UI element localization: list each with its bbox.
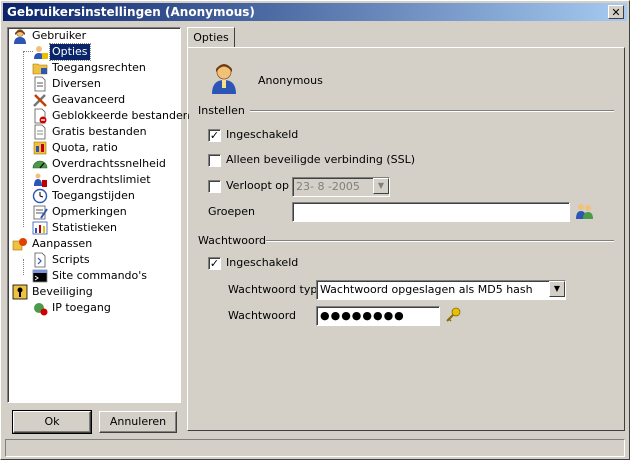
tree-connector xyxy=(23,259,24,275)
tree-item-label: IP toegang xyxy=(52,301,111,314)
notes-icon xyxy=(33,205,48,220)
password-type-label: Wachtwoord type xyxy=(228,283,325,296)
user-icon xyxy=(14,29,26,44)
options-panel: Anonymous Instellen ✓ Ingeschakeld Allee… xyxy=(187,47,625,431)
status-bar xyxy=(5,439,625,457)
enabled-label: Ingeschakeld xyxy=(226,128,299,141)
close-button[interactable]: ✕ xyxy=(608,5,624,19)
tree-item-label: Aanpassen xyxy=(32,237,93,250)
password-label: Wachtwoord xyxy=(228,309,297,322)
expires-date-value: 23- 8 -2005 xyxy=(296,180,360,193)
user-avatar-icon xyxy=(212,64,236,94)
ok-button[interactable]: Ok xyxy=(12,410,92,434)
check-icon: ✓ xyxy=(209,257,220,270)
close-icon: ✕ xyxy=(611,6,621,19)
section-heading-wachtwoord: Wachtwoord xyxy=(198,234,267,247)
security-icon xyxy=(12,284,28,300)
tree-connector xyxy=(23,51,24,227)
tree-item-label: Quota, ratio xyxy=(52,141,118,154)
folder-rights-icon xyxy=(32,63,48,75)
password-field[interactable]: ●●●●●●●● xyxy=(316,306,440,326)
script-icon xyxy=(34,252,46,268)
tab-opties[interactable]: Opties xyxy=(187,27,235,48)
enabled-checkbox[interactable]: ✓ xyxy=(208,129,221,142)
clock-icon xyxy=(32,188,48,204)
quota-icon xyxy=(33,141,47,155)
tree-item-label: Statistieken xyxy=(52,221,117,234)
document-icon xyxy=(34,76,46,92)
password-type-select[interactable]: Wachtwoord opgeslagen als MD5 hash ▼ xyxy=(316,280,566,300)
chevron-down-icon[interactable]: ▼ xyxy=(549,281,565,297)
password-type-value: Wachtwoord opgeslagen als MD5 hash xyxy=(320,283,533,296)
tree-item-label: Site commando's xyxy=(52,269,148,282)
tree-item-label: Diversen xyxy=(52,77,101,90)
tree-item-label: Toegangsrechten xyxy=(52,61,146,74)
tree-item-label: Overdrachtssnelheid xyxy=(52,157,166,170)
groups-label: Groepen xyxy=(208,205,256,218)
tree-item-label: Gratis bestanden xyxy=(52,125,147,138)
window-title: Gebruikersinstellingen (Anonymous) xyxy=(7,5,255,19)
ssl-label: Alleen beveiligde verbinding (SSL) xyxy=(226,153,416,166)
user-name: Anonymous xyxy=(258,74,323,87)
check-icon: ✓ xyxy=(209,129,220,142)
ip-access-icon xyxy=(34,303,48,316)
section-divider xyxy=(250,110,614,112)
groups-picker-icon[interactable] xyxy=(574,202,594,220)
chevron-down-icon[interactable]: ▼ xyxy=(373,178,389,194)
tree-item-label: Gebruiker xyxy=(32,29,87,42)
tree-item-label: Opties xyxy=(49,43,91,61)
key-icon[interactable] xyxy=(444,306,462,324)
tree-item-label: Geblokkeerde bestanden xyxy=(52,109,190,122)
tools-icon xyxy=(33,94,47,107)
cancel-button[interactable]: Annuleren xyxy=(99,411,177,433)
tree-item-label: Scripts xyxy=(52,253,90,266)
settings-tree[interactable]: Gebruiker Opties Toegangsrechten Diverse… xyxy=(7,27,190,403)
speed-gauge-icon xyxy=(32,160,48,169)
title-bar[interactable]: Gebruikersinstellingen (Anonymous) ✕ xyxy=(3,3,627,21)
section-divider xyxy=(266,240,614,242)
user-options-icon xyxy=(34,46,48,59)
expires-checkbox[interactable] xyxy=(208,180,221,193)
blocked-file-icon xyxy=(34,108,47,124)
expires-date-picker[interactable]: 23- 8 -2005 ▼ xyxy=(292,177,390,197)
section-heading-instellen: Instellen xyxy=(198,104,245,117)
tree-item-label: Beveiliging xyxy=(32,285,93,298)
free-file-icon xyxy=(34,124,46,140)
password-enabled-checkbox[interactable]: ✓ xyxy=(208,257,221,270)
dialog-window: Gebruikersinstellingen (Anonymous) ✕ Geb… xyxy=(0,0,630,460)
customize-icon xyxy=(12,238,27,251)
transfer-limit-icon xyxy=(34,173,47,187)
tree-item-label: Toegangstijden xyxy=(52,189,135,202)
tree-item-label: Overdrachtslimiet xyxy=(52,173,151,186)
statistics-icon xyxy=(32,221,48,235)
tree-item-label: Opmerkingen xyxy=(52,205,127,218)
command-prompt-icon xyxy=(32,269,48,283)
password-enabled-label: Ingeschakeld xyxy=(226,256,299,269)
tree-item-label: Geavanceerd xyxy=(52,93,126,106)
ssl-checkbox[interactable] xyxy=(208,154,221,167)
groups-field[interactable] xyxy=(292,202,570,222)
expires-label: Verloopt op xyxy=(226,179,289,192)
